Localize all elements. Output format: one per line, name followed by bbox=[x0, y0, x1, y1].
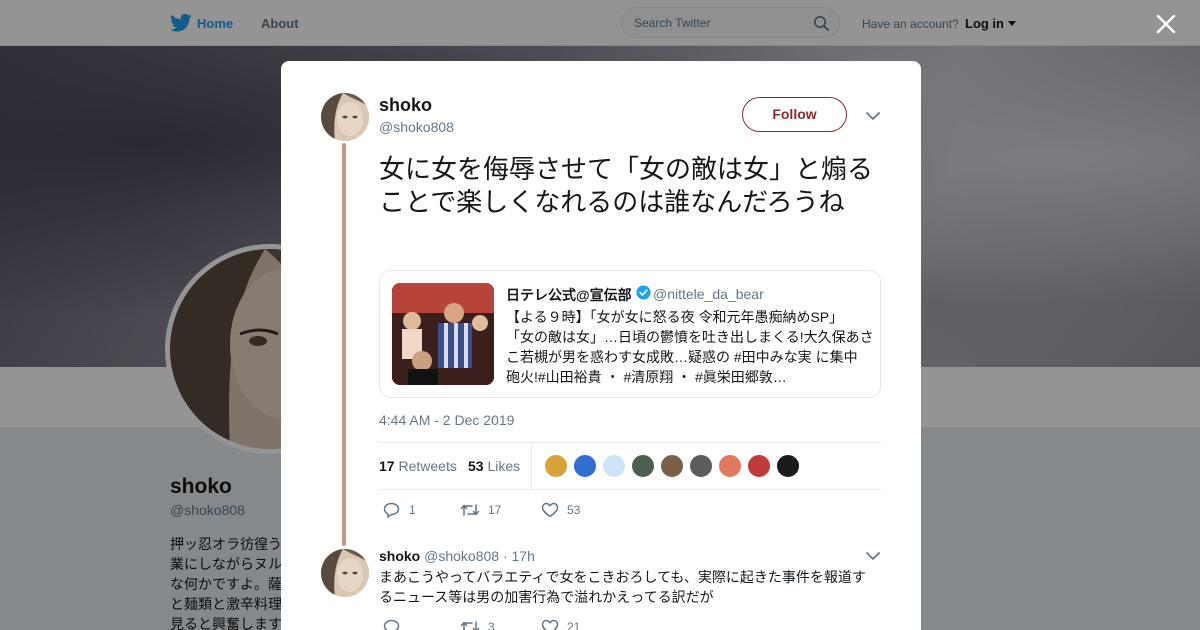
reply-author-avatar[interactable] bbox=[321, 549, 369, 597]
retweets-stat[interactable]: 17 Retweets bbox=[379, 458, 457, 474]
like-count: 21 bbox=[567, 620, 581, 630]
reply-separator: · bbox=[502, 548, 508, 564]
retweets-label: Retweets bbox=[398, 458, 457, 474]
likes-count: 53 bbox=[468, 458, 484, 474]
retweet-count: 17 bbox=[488, 503, 502, 517]
reply-time[interactable]: 17h bbox=[512, 548, 535, 564]
liker-avatar[interactable] bbox=[689, 454, 713, 478]
chevron-down-icon[interactable] bbox=[866, 112, 880, 121]
likes-label: Likes bbox=[487, 458, 521, 474]
quoted-author-handle: @nittele_da_bear bbox=[653, 286, 764, 302]
avatar-illustration bbox=[321, 549, 369, 597]
chevron-down-icon[interactable] bbox=[866, 552, 880, 561]
quoted-text-line: こ若槻が男を惑わす女成敗…疑惑の #田中みな実 に集中 bbox=[506, 349, 858, 365]
heart-icon bbox=[541, 619, 559, 630]
quoted-tweet-image bbox=[392, 283, 494, 385]
reply-header: shoko @shoko808 · 17h bbox=[379, 548, 535, 564]
avatar-illustration bbox=[321, 93, 369, 141]
quoted-author-name: 日テレ公式@宣伝部 bbox=[506, 287, 632, 303]
liker-avatar[interactable] bbox=[573, 454, 597, 478]
heart-icon bbox=[541, 502, 559, 518]
quoted-photo bbox=[392, 283, 494, 385]
quoted-tweet-card[interactable]: 日テレ公式@宣伝部 @nittele_da_bear 【よる９時】「女が女に怒る… bbox=[379, 270, 881, 398]
reply-author-name[interactable]: shoko bbox=[379, 548, 420, 564]
tweet-modal: shoko @shoko808 Follow 女に女を侮辱させて「女の敵は女」と… bbox=[281, 61, 921, 630]
quoted-text-line: 【よる９時】「女が女に怒る夜 令和元年愚痴納めSP」 bbox=[506, 309, 844, 325]
retweets-count: 17 bbox=[379, 458, 395, 474]
likes-stat[interactable]: 53 Likes bbox=[468, 458, 520, 474]
liker-avatar[interactable] bbox=[718, 454, 742, 478]
tweet-timestamp[interactable]: 4:44 AM - 2 Dec 2019 bbox=[379, 412, 514, 428]
author-avatar[interactable] bbox=[321, 93, 369, 141]
reply-icon bbox=[383, 502, 400, 518]
liker-avatar[interactable] bbox=[776, 454, 800, 478]
liker-avatar[interactable] bbox=[631, 454, 655, 478]
reply-text-line: まあこうやってバラエティで女をこきおろしても、実際に起きた事件を報道す bbox=[379, 569, 866, 585]
reply-count: 1 bbox=[409, 503, 416, 517]
reply-text-line: るニュース等は男の加害行為で溢れかえってる訳だが bbox=[379, 589, 714, 605]
liker-avatar[interactable] bbox=[544, 454, 568, 478]
reply-author-handle[interactable]: @shoko808 bbox=[424, 548, 499, 564]
like-count: 53 bbox=[567, 503, 581, 517]
reply-icon bbox=[383, 619, 400, 630]
tweet-text: 女に女を侮辱させて「女の敵は女」と煽ることで楽しくなれるのは誰なんだろうね bbox=[379, 154, 874, 217]
stats-divider bbox=[531, 443, 532, 489]
reply-text: まあこうやってバラエティで女をこきおろしても、実際に起きた事件を報道す るニュー… bbox=[379, 567, 889, 607]
liker-avatar[interactable] bbox=[602, 454, 626, 478]
liker-avatar[interactable] bbox=[660, 454, 684, 478]
quoted-tweet-text: 【よる９時】「女が女に怒る夜 令和元年愚痴納めSP」 「女の敵は女」…日頃の鬱憤… bbox=[506, 307, 874, 387]
follow-button[interactable]: Follow bbox=[742, 97, 847, 132]
author-handle[interactable]: @shoko808 bbox=[379, 119, 454, 135]
retweet-icon bbox=[460, 504, 480, 516]
retweet-count: 3 bbox=[488, 620, 495, 630]
liker-avatar[interactable] bbox=[747, 454, 771, 478]
retweet-icon bbox=[460, 621, 480, 630]
author-name[interactable]: shoko bbox=[379, 95, 432, 116]
thread-connector-line bbox=[342, 143, 346, 546]
quoted-text-line: 「女の敵は女」…日頃の鬱憤を吐き出しまくる!大久保あさ bbox=[506, 329, 874, 345]
close-icon[interactable] bbox=[1155, 13, 1177, 35]
quoted-text-line: 砲火!#山田裕貴 ・ #清原翔 ・ #眞栄田郷敦… bbox=[506, 369, 787, 385]
verified-badge-icon bbox=[636, 285, 651, 300]
tweet-stats: 17 Retweets 53 Likes bbox=[379, 442, 881, 490]
